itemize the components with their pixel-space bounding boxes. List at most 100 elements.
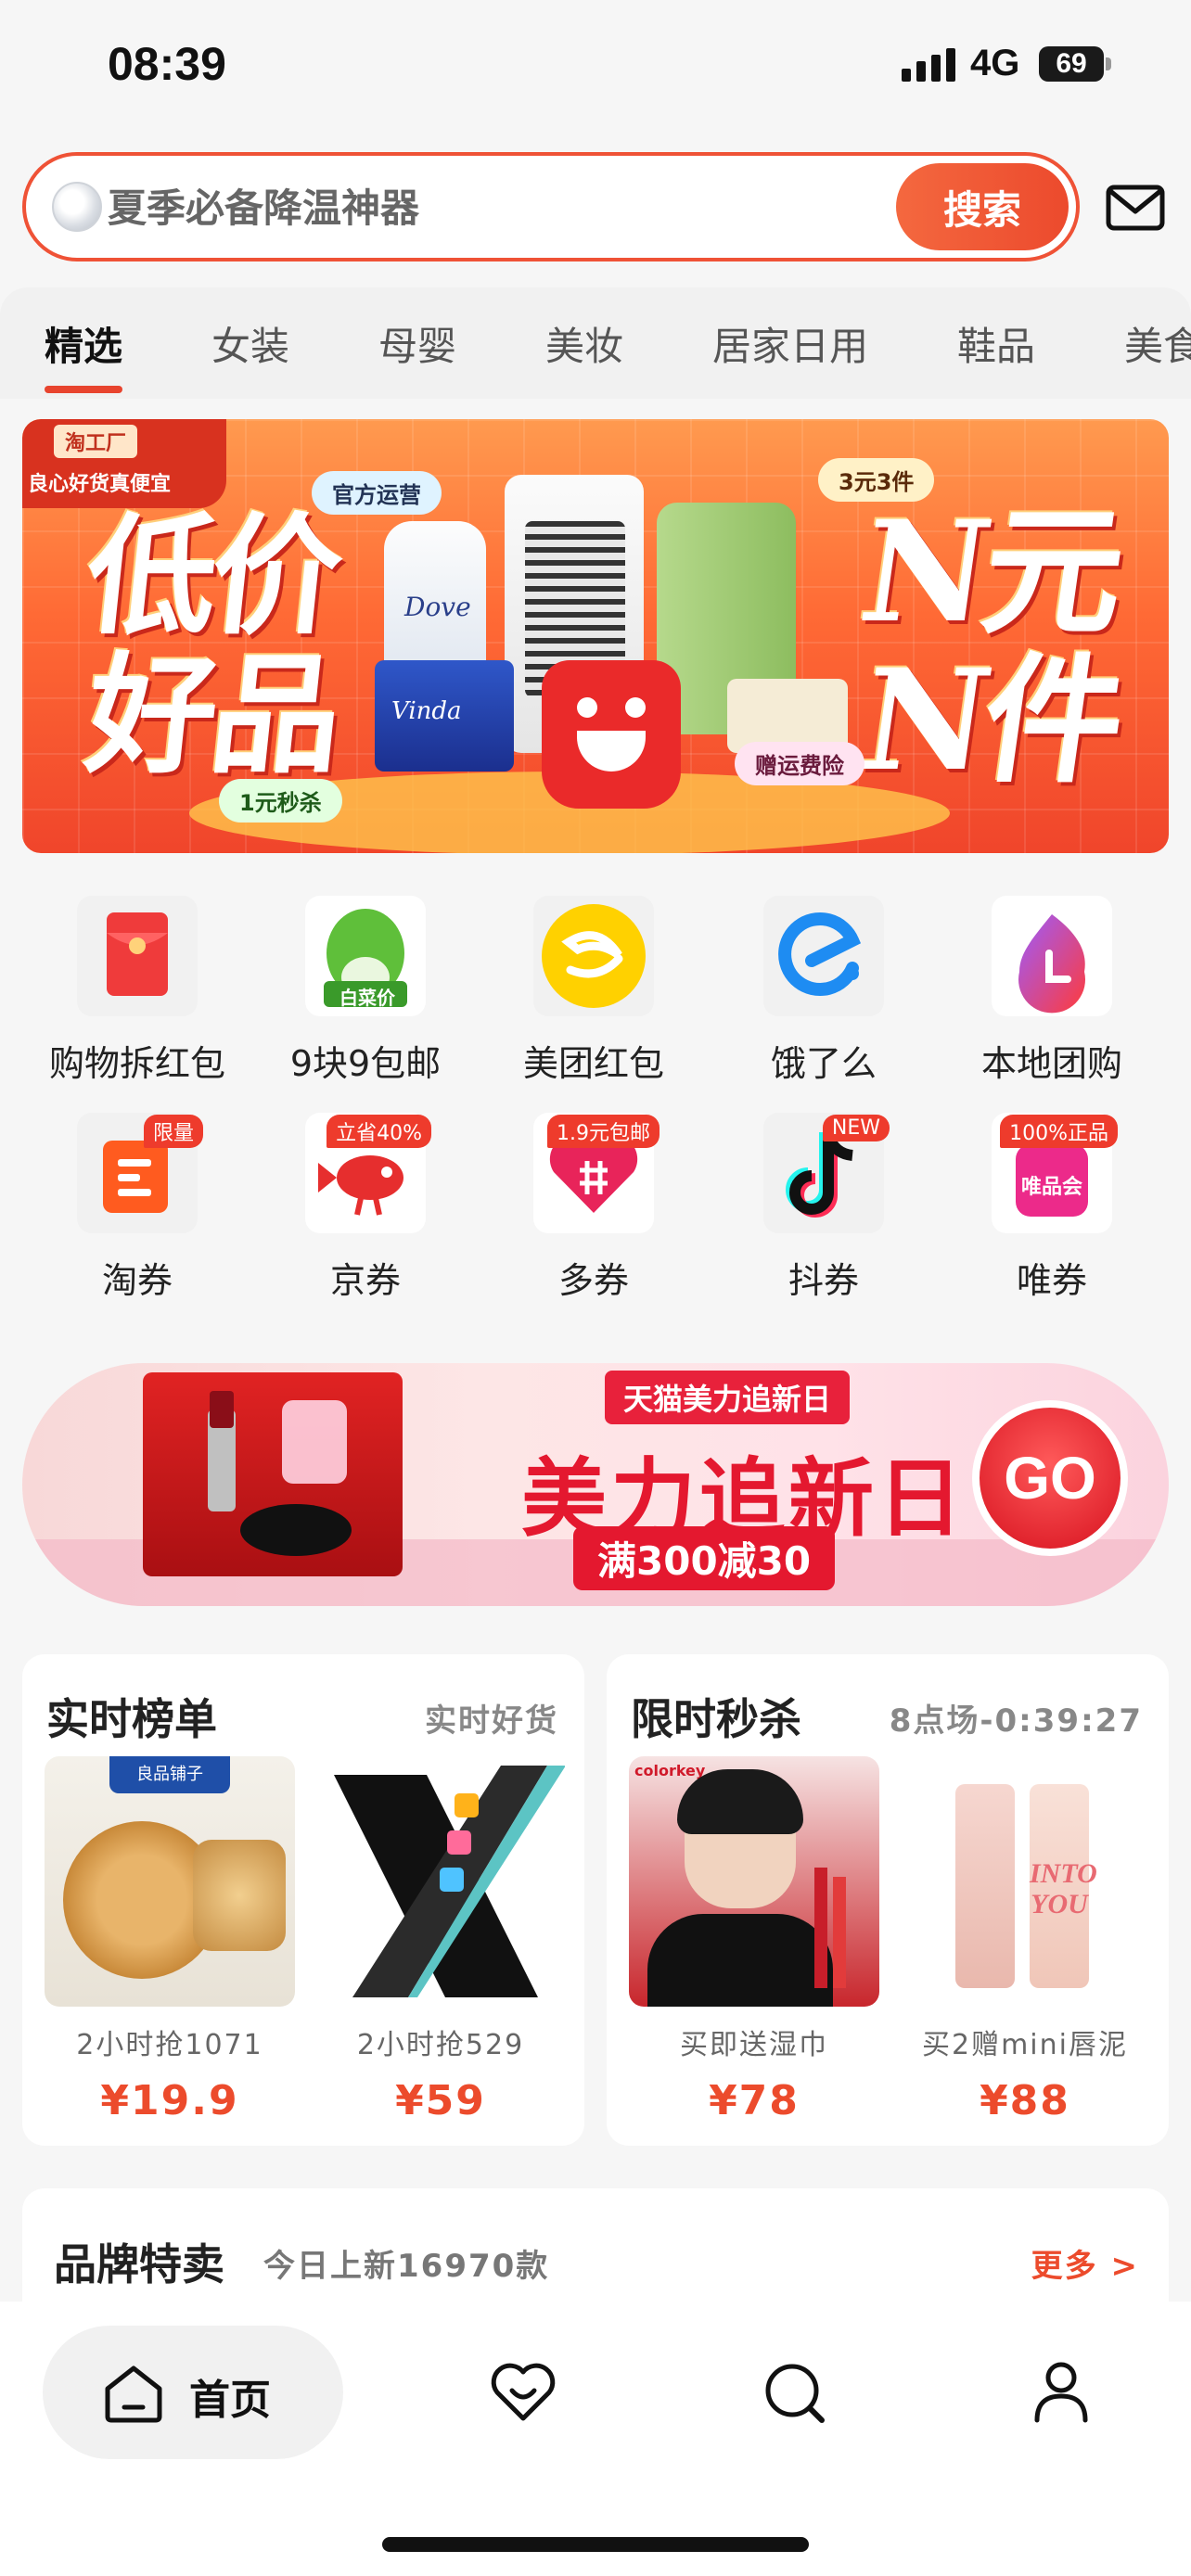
hero-headline-right-1: N元 [851, 491, 1130, 654]
product-brand-label: INTO YOU [1030, 1858, 1097, 1919]
hero-pill-official: 官方运营 [312, 471, 442, 515]
douyin-coupon-icon: NEW [763, 1113, 890, 1233]
search-input[interactable] [108, 180, 887, 236]
model-suit-image [647, 1914, 833, 2007]
tab-home-goods[interactable]: 居家日用 [712, 315, 868, 372]
tab-baby[interactable]: 母婴 [378, 315, 456, 372]
active-tab-indicator [45, 386, 122, 393]
red-envelope-icon [77, 896, 198, 1016]
ranking-product-2[interactable]: 2小时抢529 ¥59 [315, 1756, 566, 2124]
hero-pill-insurance: 赠运费险 [735, 742, 864, 785]
mascot-eye [625, 697, 646, 718]
profile-icon[interactable] [1026, 2355, 1096, 2426]
mail-icon[interactable] [1106, 182, 1165, 234]
flash-product-1[interactable]: colorkey 买即送湿巾 ¥78 [629, 1756, 879, 2124]
promo-go-button[interactable]: GO [972, 1400, 1128, 1556]
quick-nine-yuan[interactable]: 白菜价 9块9包邮 [273, 896, 458, 1086]
network-type: 4G [970, 43, 1020, 83]
flash-product-2[interactable]: INTO YOU 买2赠mini唇泥 ¥88 [900, 1756, 1150, 2124]
tab-beauty[interactable]: 美妆 [545, 315, 623, 372]
quick-label: 抖券 [788, 1260, 859, 1301]
product-price: ¥19.9 [100, 2077, 239, 2124]
quick-meituan[interactable]: 美团红包 [501, 896, 686, 1086]
quick-pdd-coupon[interactable]: 1.9元包邮 多券 [501, 1113, 686, 1303]
brand-sale-title: 品牌特卖 [54, 2239, 224, 2289]
flash-sale-title: 限时秒杀 [631, 1694, 801, 1744]
quick-label: 多券 [557, 1260, 629, 1301]
search-icon[interactable] [759, 2357, 829, 2428]
product-caption: 买2赠mini唇泥 [922, 2029, 1128, 2061]
ranking-subtitle[interactable]: 实时好货 [425, 1695, 558, 1741]
lip-mud-tube-image [955, 1784, 1015, 1988]
product-image: INTO YOU [900, 1756, 1150, 2007]
product-brand-label: 良品铺子 [109, 1756, 230, 1793]
promo-banner[interactable]: 天猫美力追新日 美力追新日 满300减30 GO [22, 1363, 1169, 1606]
quick-badge: 限量 [143, 1115, 203, 1148]
cabbage-price-text: 白菜价 [339, 987, 395, 1009]
search-bar[interactable]: 搜索 [22, 152, 1080, 261]
favorites-heart-icon[interactable] [488, 2357, 558, 2428]
quick-label: 京券 [329, 1260, 401, 1301]
quick-red-envelope[interactable]: 购物拆红包 [45, 896, 230, 1086]
nav-home-button[interactable]: 首页 [43, 2326, 343, 2459]
nav-home-label: 首页 [189, 2377, 271, 2424]
tab-shoes[interactable]: 鞋品 [957, 315, 1035, 372]
hero-banner[interactable]: 淘工厂 良心好货真便宜 低价 好品 N元 N件 Dove Vinda 官方运营 … [22, 419, 1169, 853]
quick-badge: 100%正品 [1000, 1115, 1118, 1148]
quick-taobao-coupon[interactable]: 限量 淘券 [45, 1113, 230, 1303]
flash-sale-card[interactable]: 限时秒杀 8点场-0:39:27 colorkey 买即送湿巾 ¥78 INTO… [607, 1654, 1169, 2146]
vip-coupon-icon: 唯品会 100%正品 [992, 1113, 1118, 1233]
quick-label: 购物拆红包 [48, 1043, 225, 1084]
product-caption: 2小时抢529 [356, 2029, 525, 2061]
product-image: 良品铺子 [45, 1756, 295, 2007]
brand-more-link[interactable]: 更多 > [1031, 2240, 1139, 2286]
product-price: ¥88 [980, 2077, 1070, 2124]
search-button[interactable]: 搜索 [896, 163, 1069, 250]
taobao-coupon-icon: 限量 [77, 1113, 203, 1233]
search-product-thumbnail [52, 182, 102, 232]
product-brand-label: colorkey [634, 1762, 706, 1779]
hero-tag-top: 淘工厂 [54, 425, 138, 458]
local-group-buy-icon [992, 896, 1112, 1016]
product-price: ¥78 [709, 2077, 800, 2124]
hero-headline-right-2: N件 [851, 639, 1130, 802]
quick-label: 9块9包邮 [289, 1043, 442, 1084]
brand-sale-section: 品牌特卖 今日上新16970款 更多 > [22, 2188, 1169, 2318]
tab-womens[interactable]: 女装 [211, 315, 289, 372]
brand-sale-subtitle: 今日上新16970款 [263, 2248, 550, 2285]
promo-tag: 天猫美力追新日 [605, 1371, 851, 1424]
battery-tip [1106, 57, 1111, 70]
ranking-product-1[interactable]: 良品铺子 2小时抢1071 ¥19.9 [45, 1756, 295, 2124]
product-image [315, 1756, 566, 2007]
ranking-card[interactable]: 实时榜单 实时好货 良品铺子 2小时抢1071 ¥19.9 2小时抢529 ¥5… [22, 1654, 584, 2146]
quick-douyin-coupon[interactable]: NEW 抖券 [731, 1113, 916, 1303]
tissue-brand-text: Vinda [391, 697, 462, 725]
lip-product-image [814, 1868, 827, 1988]
quick-label: 本地团购 [980, 1043, 1122, 1084]
cosmetics-box-image [143, 1372, 403, 1576]
quick-badge: NEW [822, 1115, 890, 1141]
quick-eleme[interactable]: 饿了么 [731, 896, 916, 1086]
bottom-navigation: 首页 [0, 2302, 1191, 2576]
hero-brand-tag: 淘工厂 良心好货真便宜 [22, 419, 226, 508]
pastry-slice-image [193, 1840, 286, 1951]
bottle-brand-text: Dove [404, 592, 471, 622]
mascot-eye [577, 697, 597, 718]
hero-pill-deal: 3元3件 [818, 458, 935, 502]
jd-coupon-icon: 立省40% [305, 1113, 431, 1233]
battery-icon: 69 [1039, 46, 1104, 82]
signal-icon [902, 48, 955, 82]
quick-local-group[interactable]: 本地团购 [959, 896, 1145, 1086]
quick-jd-coupon[interactable]: 立省40% 京券 [273, 1113, 458, 1303]
eleme-icon [763, 896, 884, 1016]
cabbage-price-icon: 白菜价 [305, 896, 426, 1016]
tab-food[interactable]: 美食 [1124, 315, 1191, 372]
hero-pill-flash: 1元秒杀 [219, 779, 342, 823]
product-image: colorkey [629, 1756, 879, 2007]
hero-headline-left-1: 低价 [79, 501, 344, 653]
quick-vip-coupon[interactable]: 唯品会 100%正品 唯券 [959, 1113, 1145, 1303]
pdd-coupon-icon: 1.9元包邮 [533, 1113, 660, 1233]
tab-featured[interactable]: 精选 [45, 315, 122, 372]
hero-tag-sub: 良心好货真便宜 [28, 473, 172, 496]
home-icon [105, 2366, 162, 2423]
